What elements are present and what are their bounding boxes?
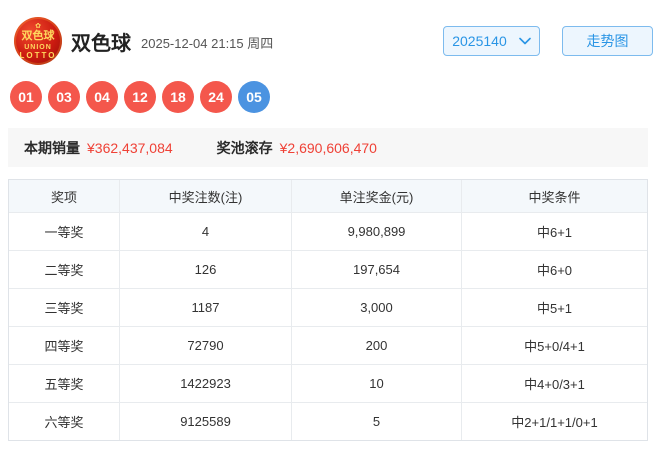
chevron-down-icon: [519, 37, 531, 45]
table-row: 五等奖 1422923 10 中4+0/3+1: [9, 364, 647, 402]
prize-table: 奖项 中奖注数(注) 单注奖金(元) 中奖条件 一等奖 4 9,980,899 …: [8, 179, 648, 441]
logo-line-union: UNION: [24, 44, 52, 51]
amount-cell: 200: [291, 326, 461, 364]
table-header-row: 奖项 中奖注数(注) 单注奖金(元) 中奖条件: [9, 180, 647, 212]
prize-cell: 一等奖: [9, 212, 119, 250]
red-ball: 12: [124, 81, 156, 113]
trend-chart-button[interactable]: 走势图: [562, 26, 653, 56]
condition-cell: 中4+0/3+1: [461, 364, 647, 402]
draw-datetime: 2025-12-04 21:15 周四: [141, 33, 273, 52]
count-cell: 1422923: [119, 364, 291, 402]
count-cell: 72790: [119, 326, 291, 364]
issue-select-value: 2025140: [452, 33, 507, 49]
red-ball: 18: [162, 81, 194, 113]
red-ball: 03: [48, 81, 80, 113]
table-row: 四等奖 72790 200 中5+0/4+1: [9, 326, 647, 364]
prize-cell: 五等奖: [9, 364, 119, 402]
condition-cell: 中2+1/1+1/0+1: [461, 402, 647, 440]
prize-cell: 四等奖: [9, 326, 119, 364]
table-row: 一等奖 4 9,980,899 中6+1: [9, 212, 647, 250]
issue-select[interactable]: 2025140: [443, 26, 540, 56]
sales-summary-bar: 本期销量 ¥362,437,084 奖池滚存 ¥2,690,606,470: [8, 128, 648, 167]
amount-cell: 5: [291, 402, 461, 440]
count-cell: 9125589: [119, 402, 291, 440]
col-header-amount: 单注奖金(元): [291, 180, 461, 212]
jackpot-label: 奖池滚存: [217, 138, 273, 158]
jackpot-value: ¥2,690,606,470: [280, 140, 377, 156]
amount-cell: 10: [291, 364, 461, 402]
amount-cell: 9,980,899: [291, 212, 461, 250]
prize-cell: 三等奖: [9, 288, 119, 326]
chinese-knot-icon: ✿: [35, 23, 41, 30]
prize-cell: 六等奖: [9, 402, 119, 440]
table-row: 六等奖 9125589 5 中2+1/1+1/0+1: [9, 402, 647, 440]
blue-ball: 05: [238, 81, 270, 113]
col-header-prize: 奖项: [9, 180, 119, 212]
header-actions: 2025140 走势图: [443, 26, 653, 56]
sales-value: ¥362,437,084: [87, 140, 173, 156]
count-cell: 1187: [119, 288, 291, 326]
red-ball: 04: [86, 81, 118, 113]
condition-cell: 中6+0: [461, 250, 647, 288]
count-cell: 4: [119, 212, 291, 250]
condition-cell: 中6+1: [461, 212, 647, 250]
header: ✿ 双色球 UNION LOTTO 双色球 2025-12-04 21:15 周…: [0, 0, 662, 66]
amount-cell: 197,654: [291, 250, 461, 288]
amount-cell: 3,000: [291, 288, 461, 326]
red-ball: 24: [200, 81, 232, 113]
count-cell: 126: [119, 250, 291, 288]
logo-line-lotto: LOTTO: [20, 52, 57, 60]
condition-cell: 中5+0/4+1: [461, 326, 647, 364]
red-ball: 01: [10, 81, 42, 113]
col-header-condition: 中奖条件: [461, 180, 647, 212]
winning-numbers: 01 03 04 12 18 24 05: [0, 66, 662, 113]
col-header-count: 中奖注数(注): [119, 180, 291, 212]
page-title: 双色球: [71, 27, 131, 56]
union-lotto-logo: ✿ 双色球 UNION LOTTO: [14, 17, 62, 65]
sales-label: 本期销量: [24, 138, 80, 158]
logo-line-cn: 双色球: [22, 31, 55, 42]
prize-cell: 二等奖: [9, 250, 119, 288]
lottery-results-page: ✿ 双色球 UNION LOTTO 双色球 2025-12-04 21:15 周…: [0, 0, 662, 452]
condition-cell: 中5+1: [461, 288, 647, 326]
table-row: 二等奖 126 197,654 中6+0: [9, 250, 647, 288]
table-row: 三等奖 1187 3,000 中5+1: [9, 288, 647, 326]
